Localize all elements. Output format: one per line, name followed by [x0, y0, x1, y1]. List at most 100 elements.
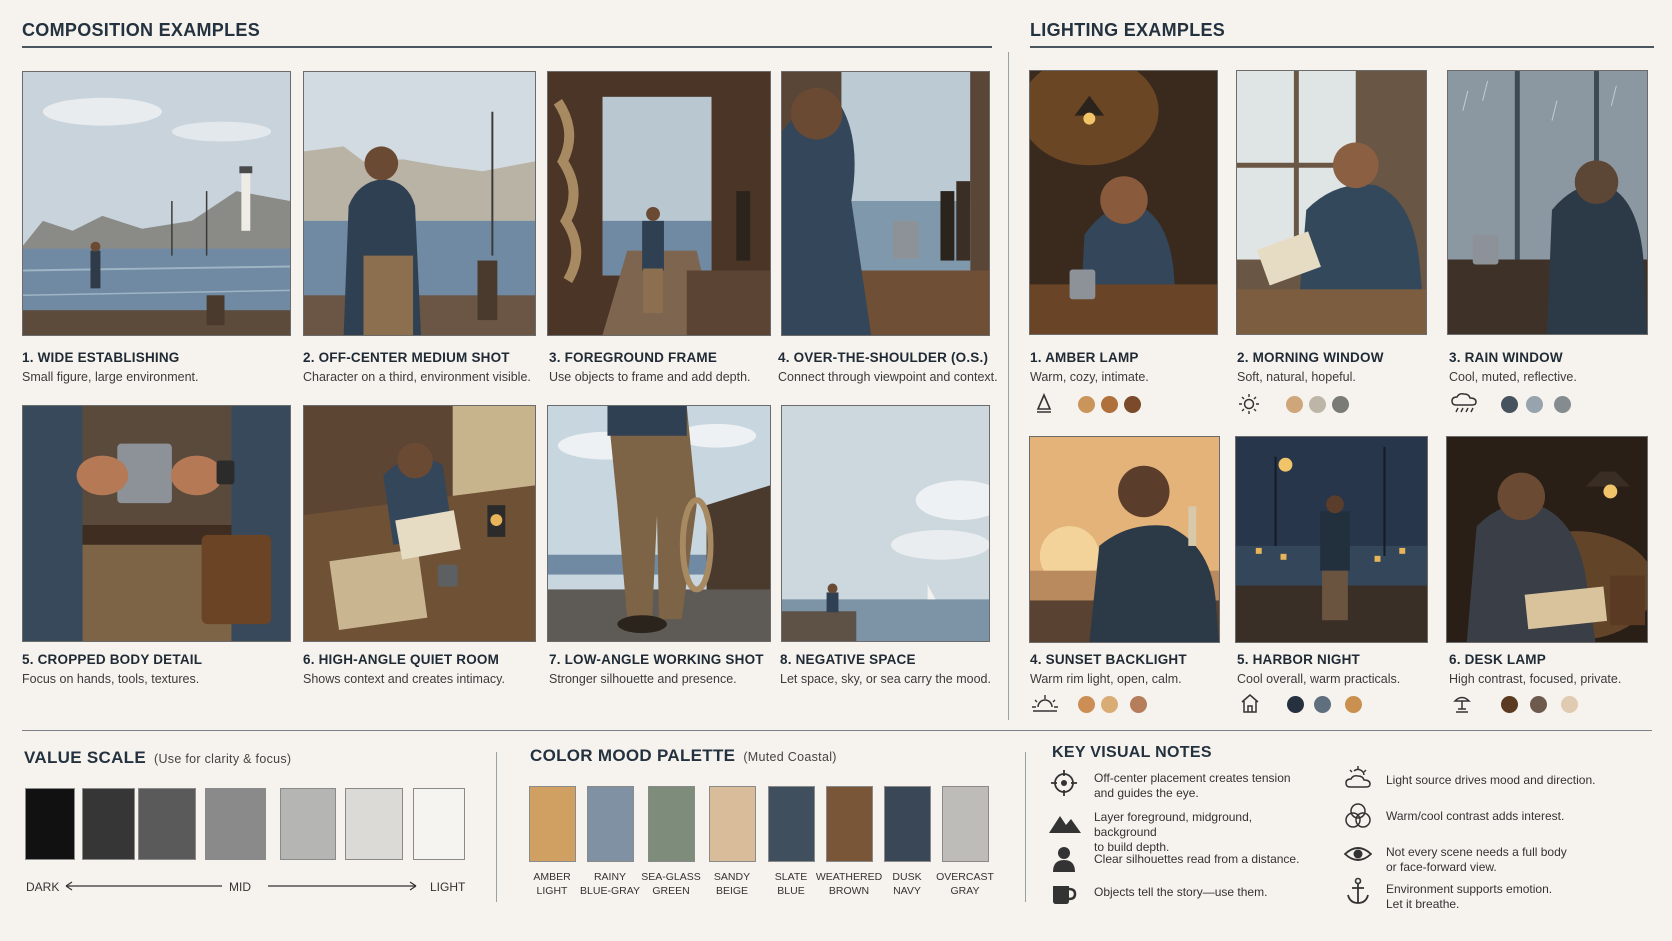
value-swatch [280, 788, 336, 860]
value-scale-title-text: VALUE SCALE [24, 748, 146, 767]
composition-rule [22, 46, 992, 48]
value-scale-subtitle: (Use for clarity & focus) [154, 752, 292, 766]
color-swatch [768, 786, 815, 862]
composition-2-desc: Character on a third, environment visibl… [303, 370, 531, 384]
lighting-1-swatch [1101, 396, 1118, 413]
composition-5-title: 5. CROPPED BODY DETAIL [22, 652, 203, 667]
lighting-1-desc: Warm, cozy, intimate. [1030, 370, 1149, 384]
color-divider [1025, 752, 1026, 902]
off-center-medium-illustration [303, 71, 536, 336]
lighting-6-swatch [1561, 696, 1578, 713]
negative-space-illustration [781, 405, 990, 642]
composition-3-desc: Use objects to frame and add depth. [549, 370, 751, 384]
lighting-6-title: 6. DESK LAMP [1449, 652, 1546, 667]
bottom-section-rule [22, 730, 1652, 731]
color-swatch [648, 786, 695, 862]
composition-7-desc: Stronger silhouette and presence. [549, 672, 737, 686]
color-label-line: OVERCAST [936, 871, 994, 883]
anchor-icon [1344, 877, 1372, 905]
reference-sheet: COMPOSITION EXAMPLES 1. WIDE ESTABLISHIN… [0, 0, 1672, 941]
low-angle-working-illustration [547, 405, 771, 642]
lighting-6-swatch [1530, 696, 1547, 713]
composition-4-title: 4. OVER-THE-SHOULDER (O.S.) [778, 350, 989, 365]
lighting-6-swatch [1501, 696, 1518, 713]
lighting-2-desc: Soft, natural, hopeful. [1237, 370, 1356, 384]
rain-cloud-icon [1450, 392, 1480, 414]
lighting-3-title: 3. RAIN WINDOW [1449, 350, 1563, 365]
lighting-5-swatch [1345, 696, 1362, 713]
notes-title: KEY VISUAL NOTES [1052, 744, 1212, 761]
composition-title: COMPOSITION EXAMPLES [22, 20, 261, 40]
value-dark-label: DARK [26, 880, 60, 894]
desk-lamp-icon [1451, 692, 1473, 714]
color-label-overcast: OVERCAST GRAY [930, 870, 1000, 898]
lighting-4-title: 4. SUNSET BACKLIGHT [1030, 652, 1187, 667]
color-swatch [709, 786, 756, 862]
lighting-5-swatch [1287, 696, 1304, 713]
lighting-4-swatch [1078, 696, 1095, 713]
composition-6-desc: Shows context and creates intimacy. [303, 672, 505, 686]
color-label-line: SEA-GLASS [641, 871, 701, 883]
over-the-shoulder-illustration [781, 71, 990, 336]
note-off-center: Off-center placement creates tension and… [1094, 771, 1291, 800]
note-full-body: Not every scene needs a full body or fac… [1386, 845, 1567, 874]
lighting-4-swatch [1101, 696, 1118, 713]
lighting-6-desc: High contrast, focused, private. [1449, 672, 1622, 686]
harbor-night-illustration [1235, 436, 1428, 643]
composition-8-desc: Let space, sky, or sea carry the mood. [780, 672, 991, 686]
color-swatch [826, 786, 873, 862]
lighting-1-swatch [1078, 396, 1095, 413]
color-label-line: GREEN [652, 885, 690, 897]
lighting-2-title: 2. MORNING WINDOW [1237, 350, 1384, 365]
note-layer: Layer foreground, midground, background … [1094, 810, 1253, 854]
mug-icon [1050, 879, 1078, 907]
foreground-frame-illustration [547, 71, 771, 336]
desk-lamp-illustration [1446, 436, 1648, 643]
value-scale-title: VALUE SCALE (Use for clarity & focus) [24, 748, 291, 768]
lighting-3-swatch [1526, 396, 1543, 413]
composition-2-title: 2. OFF-CENTER MEDIUM SHOT [303, 350, 510, 365]
color-label-rainy: RAINY BLUE-GRAY [575, 870, 645, 898]
note-silhouettes: Clear silhouettes read from a distance. [1094, 852, 1300, 866]
composition-5-desc: Focus on hands, tools, textures. [22, 672, 200, 686]
lighting-4-swatch [1130, 696, 1147, 713]
color-swatch [884, 786, 931, 862]
high-angle-room-illustration [303, 405, 536, 642]
value-arrow-right [268, 881, 417, 891]
color-swatch [942, 786, 989, 862]
sunset-backlight-illustration [1029, 436, 1220, 643]
amber-lamp-illustration [1029, 70, 1218, 335]
composition-3-title: 3. FOREGROUND FRAME [549, 350, 718, 365]
color-label-line: GRAY [950, 885, 980, 897]
value-swatch [345, 788, 403, 860]
lighting-title: LIGHTING EXAMPLES [1030, 20, 1226, 40]
eye-icon [1343, 840, 1373, 868]
value-swatch [205, 788, 266, 860]
color-mood-title-text: COLOR MOOD PALETTE [530, 746, 736, 765]
lighting-5-desc: Cool overall, warm practicals. [1237, 672, 1401, 686]
value-divider [496, 752, 497, 902]
lighting-1-title: 1. AMBER LAMP [1030, 350, 1139, 365]
lighting-2-swatch [1332, 396, 1349, 413]
sun-cloud-icon [1344, 765, 1372, 793]
lighting-5-title: 5. HARBOR NIGHT [1237, 652, 1361, 667]
composition-1-title: 1. WIDE ESTABLISHING [22, 350, 180, 365]
color-label-sea-glass: SEA-GLASS GREEN [636, 870, 706, 898]
morning-window-illustration [1236, 70, 1427, 335]
lamp-icon [1033, 392, 1055, 415]
note-environment: Environment supports emotion. Let it bre… [1386, 882, 1553, 911]
value-mid-label: MID [229, 880, 251, 894]
color-mood-subtitle: (Muted Coastal) [743, 750, 837, 764]
note-contrast: Warm/cool contrast adds interest. [1386, 809, 1565, 823]
color-label-line: RAINY [593, 871, 627, 883]
house-light-icon [1239, 692, 1261, 714]
composition-6-title: 6. HIGH-ANGLE QUIET ROOM [303, 652, 500, 667]
composition-8-title: 8. NEGATIVE SPACE [780, 652, 916, 667]
lighting-4-desc: Warm rim light, open, calm. [1030, 672, 1182, 686]
composition-4-desc: Connect through viewpoint and context. [778, 370, 998, 384]
value-arrow-left [65, 881, 222, 891]
value-swatch [82, 788, 135, 860]
sunset-icon [1030, 692, 1060, 714]
value-swatch [138, 788, 196, 860]
rain-window-illustration [1447, 70, 1648, 335]
